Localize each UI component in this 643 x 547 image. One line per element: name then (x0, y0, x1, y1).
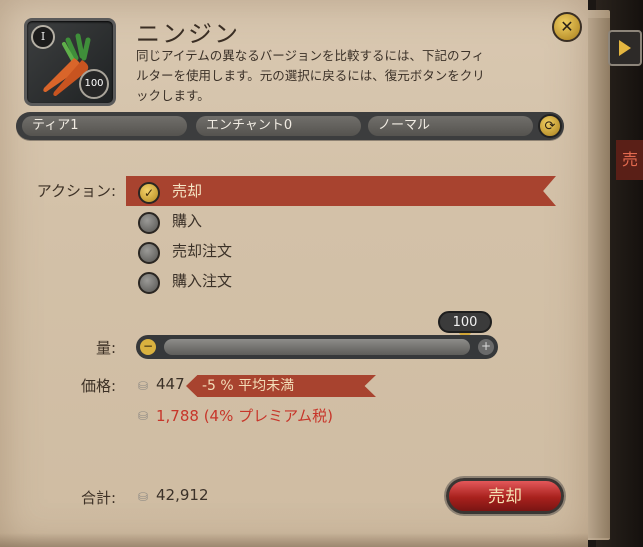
radio-sell-order[interactable] (138, 242, 160, 264)
play-icon (619, 40, 631, 56)
total-value: 42,912 (156, 486, 209, 504)
price-value: 447 (156, 375, 185, 393)
close-button[interactable]: ✕ (552, 12, 582, 42)
sell-button[interactable]: 売却 (446, 478, 564, 514)
action-label: アクション: (36, 182, 116, 200)
slider-fill[interactable] (164, 339, 470, 355)
tier-badge: I (31, 25, 55, 49)
item-title: ニンジン (136, 20, 240, 48)
radio-buy-order[interactable] (138, 272, 160, 294)
quantity-slider[interactable]: − + (136, 335, 498, 359)
item-description: 同じアイテムの異なるバージョンを比較するには、下記のフィルターを使用します。元の… (136, 48, 485, 103)
item-slot[interactable]: I 100 (24, 18, 116, 106)
plus-icon[interactable]: + (478, 339, 494, 355)
tier-filter[interactable]: ティア1 (22, 116, 187, 136)
silver-icon: ⛁ (138, 490, 149, 504)
minus-icon[interactable]: − (140, 339, 156, 355)
price-comparison-tag: -5 % 平均未満 (186, 375, 376, 397)
refresh-icon: ⟳ (544, 119, 556, 134)
radio-sell[interactable]: ✓ (138, 182, 160, 204)
option-buy[interactable]: 購入 (172, 210, 202, 231)
option-buy-order[interactable]: 購入注文 (172, 270, 232, 291)
total-label: 合計: (80, 489, 116, 507)
market-panel: I 100 ニンジン 同じアイテムの異なるバージョンを比較するには、下記のフィル… (0, 0, 588, 547)
radio-buy[interactable] (138, 212, 160, 234)
enchant-filter[interactable]: エンチャント0 (196, 116, 361, 136)
check-icon: ✓ (143, 186, 155, 200)
filter-bar: ティア1 エンチャント0 ノーマル ⟳ (16, 112, 564, 140)
premium-tax-price: 1,788 (4% プレミアム税) (156, 407, 333, 425)
quality-filter[interactable]: ノーマル (368, 116, 533, 136)
side-sell-tab[interactable]: 売 (616, 140, 643, 180)
quantity-label: 量: (95, 339, 116, 357)
reset-filters-button[interactable]: ⟳ (538, 114, 562, 138)
price-label: 価格: (80, 377, 116, 395)
close-icon: ✕ (560, 17, 574, 36)
option-sell-order[interactable]: 売却注文 (172, 240, 232, 261)
option-sell[interactable]: 売却 (172, 180, 202, 201)
silver-icon: ⛁ (138, 409, 149, 423)
quantity-badge: 100 (79, 69, 109, 99)
quantity-value: 100 (438, 311, 492, 333)
side-expand-button[interactable] (608, 30, 642, 66)
background-page (588, 18, 610, 538)
silver-icon: ⛁ (138, 379, 149, 393)
